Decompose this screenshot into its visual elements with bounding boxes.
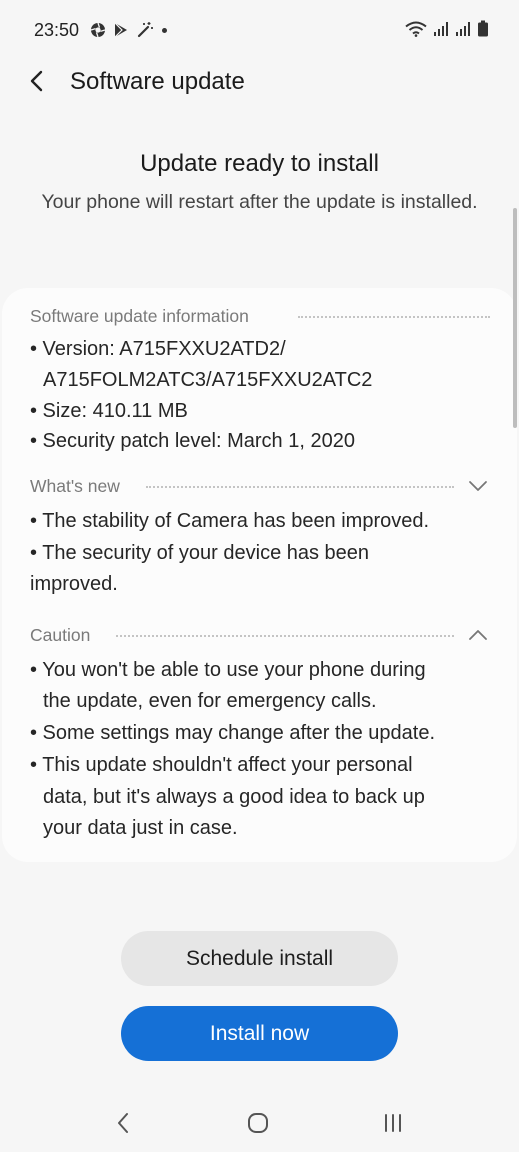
back-arrow-icon — [30, 70, 43, 92]
signal-icon — [434, 21, 448, 36]
system-icons — [405, 20, 489, 37]
app-bar: Software update — [0, 60, 519, 106]
caution-line: data, but it's always a good idea to bac… — [43, 786, 425, 808]
dot-icon — [162, 27, 167, 33]
status-time: 23:50 — [34, 20, 80, 40]
caution-line: • This update shouldn't affect your pers… — [30, 754, 413, 776]
navigation-bar — [0, 1094, 519, 1152]
section-header-caution[interactable]: Caution — [30, 623, 490, 647]
status-bar: 23:50 — [0, 0, 519, 60]
scrollbar[interactable] — [513, 208, 517, 428]
back-button[interactable] — [20, 64, 54, 98]
update-status-subtitle: Your phone will restart after the update… — [41, 191, 478, 213]
wifi-icon — [405, 21, 427, 37]
recents-icon — [385, 1114, 401, 1132]
update-details-card: Software update information • Version: A… — [2, 288, 517, 862]
schedule-install-button[interactable]: Schedule install — [121, 931, 398, 986]
info-line: • Version: A715FXXU2ATD2/ — [30, 338, 286, 360]
nav-recents-button[interactable] — [378, 1108, 408, 1138]
info-line: A715FOLM2ATC3/A715FXXU2ATC2 — [43, 369, 373, 391]
whats-new-line: • The stability of Camera has been impro… — [30, 510, 430, 532]
notification-icons — [90, 21, 167, 39]
page-title: Software update — [70, 68, 245, 95]
wand-icon — [137, 22, 153, 38]
battery-icon — [478, 20, 488, 37]
chevron-up-icon[interactable] — [466, 623, 490, 647]
caution-line: • You won't be able to use your phone du… — [30, 659, 426, 681]
signal-icon — [456, 21, 470, 36]
section-header-whats-new[interactable]: What's new — [30, 474, 490, 498]
nav-back-icon — [118, 1113, 128, 1133]
caution-line: the update, even for emergency calls. — [43, 690, 377, 712]
install-now-button[interactable]: Install now — [121, 1006, 398, 1061]
caution-line: • Some settings may change after the upd… — [30, 722, 436, 744]
update-status-title: Update ready to install — [140, 150, 379, 177]
chevron-down-icon[interactable] — [466, 474, 490, 498]
caution-line: your data just in case. — [43, 817, 238, 839]
play-store-icon — [114, 22, 127, 38]
home-icon — [248, 1113, 268, 1133]
aperture-icon — [90, 22, 106, 38]
info-line: • Security patch level: March 1, 2020 — [30, 430, 355, 452]
section-divider — [298, 316, 490, 318]
section-divider — [146, 486, 454, 488]
nav-back-button[interactable] — [108, 1108, 138, 1138]
nav-home-button[interactable] — [243, 1108, 273, 1138]
info-line: • Size: 410.11 MB — [30, 400, 188, 422]
section-label-whats-new: What's new — [30, 474, 130, 498]
section-label-caution: Caution — [30, 623, 101, 647]
section-label-info: Software update information — [30, 304, 259, 328]
whats-new-line: • The security of your device has been — [30, 542, 370, 564]
section-header-info: Software update information — [30, 304, 490, 328]
whats-new-line: improved. — [30, 573, 118, 595]
section-divider — [116, 635, 454, 637]
